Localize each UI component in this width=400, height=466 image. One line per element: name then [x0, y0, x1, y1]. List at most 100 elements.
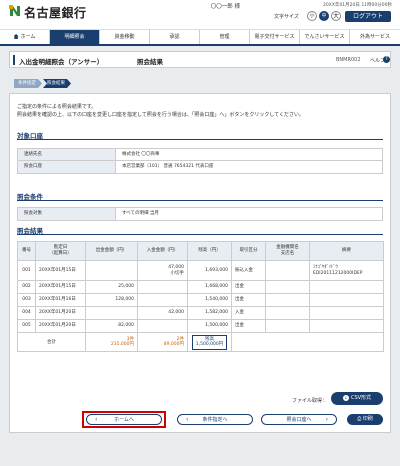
nav-item-home[interactable]: ホーム — [0, 30, 50, 44]
intro-line-1: ご指定の条件による照会結果です。 — [17, 104, 97, 110]
nav-item-statement[interactable]: 明細照会 — [50, 30, 100, 44]
cell-deposit: 42,000 — [137, 306, 188, 320]
cell-date: 20XX年01月15日 — [35, 280, 86, 294]
cell-withdrawal: 128,000 — [85, 293, 138, 307]
account-row: 照会口座 本店営業部（101） 普通 7654321 代表口座 — [18, 161, 382, 173]
step-condition: 条件指定 — [14, 79, 42, 88]
table-row: 004 20XX年01月20日 42,000 1,582,000 入金 — [17, 306, 384, 320]
intro-line-2: 照会結果を確認の上、以下の口座を変更し口座を指定して照会を行う場合は、「照会口座… — [17, 111, 305, 118]
cell-deposit — [137, 280, 188, 294]
condition-button[interactable]: ‹ 条件指定へ — [177, 414, 253, 425]
help-icon[interactable]: ? — [383, 56, 390, 63]
home-icon — [13, 34, 19, 39]
logout-button[interactable]: ログアウト — [345, 11, 391, 22]
nav-item-densai[interactable]: でんさいサービス — [300, 30, 350, 44]
cell-withdrawal — [85, 306, 138, 320]
chevron-right-icon: › — [325, 416, 328, 423]
cell-date: 20XX年01月15日 — [35, 260, 86, 281]
screen-code: BNMR002 — [336, 57, 361, 63]
page-title-bar: 入出金明細照会（アンサー） 照会結果 BNMR002 ヘルプ ? — [9, 51, 391, 68]
cell-type: 出金 — [231, 280, 266, 294]
step-breadcrumb: 条件指定 照会結果 — [14, 79, 72, 88]
cell-date: 20XX年01月16日 — [35, 293, 86, 307]
cell-memo — [309, 280, 384, 294]
condition-row: 照会対象 すべての明細 当月 — [18, 208, 382, 220]
cell-bank — [265, 319, 310, 333]
table-row: 003 20XX年01月16日 128,000 1,540,000 出金 — [17, 293, 384, 307]
nav-item-transfer[interactable]: 資金移動 — [100, 30, 150, 44]
cell-date: 20XX年01月20日 — [35, 306, 86, 320]
cell-memo — [309, 319, 384, 333]
global-nav: ホーム 明細照会 資金移動 承認 管理 電子交付サービス でんさいサービス 外為… — [0, 29, 400, 46]
page-title: 入出金明細照会（アンサー） — [19, 58, 104, 66]
bank-logo-icon — [9, 5, 21, 17]
condition-section-rule — [17, 200, 383, 201]
nav-item-e-delivery[interactable]: 電子交付サービス — [250, 30, 300, 44]
cell-balance: 1,582,000 — [187, 306, 232, 320]
col-header-withdrawal: 出金金額（円） — [85, 241, 138, 261]
col-header-date: 勘定日 （起算日） — [35, 241, 86, 261]
account-inquiry-button[interactable]: 照会口座へ › — [261, 414, 337, 425]
app-header: 名古屋銀行 〇〇一郎 様 20XX年01月20日 11時00分00秒 文字サイズ… — [0, 0, 400, 29]
results-table: 番号 勘定日 （起算日） 出金金額（円） 入金金額（円） 残高（円） 取引区分 金… — [17, 241, 384, 352]
cell-bank — [265, 306, 310, 320]
total-empty — [231, 332, 384, 352]
nav-item-forex[interactable]: 外為サービス — [350, 30, 400, 44]
account-row-key: 照会口座 — [18, 161, 116, 173]
chevron-left-icon: ‹ — [186, 416, 189, 423]
table-row: 002 20XX年01月15日 25,000 1,668,000 出金 — [17, 280, 384, 294]
file-download-label: ファイル取得： — [292, 398, 328, 404]
cell-balance: 1,500,000 — [187, 319, 232, 333]
cell-date: 20XX年01月20日 — [35, 319, 86, 333]
cell-number: 005 — [17, 319, 36, 333]
text-size-small-button[interactable]: 小 — [307, 11, 317, 21]
last-login-time: 20XX年01月20日 11時00分00秒 — [323, 3, 392, 8]
col-header-balance: 残高（円） — [187, 241, 232, 261]
csv-download-button[interactable]: ↓ CSV形式 — [331, 392, 383, 405]
total-label: 合計 — [17, 332, 86, 352]
condition-table: 照会対象 すべての明細 当月 — [17, 207, 383, 221]
cell-type: 振込入金 — [231, 260, 266, 281]
col-header-memo: 摘要 — [309, 241, 384, 261]
table-header-row: 番号 勘定日 （起算日） 出金金額（円） 入金金額（円） 残高（円） 取引区分 金… — [17, 241, 384, 261]
cell-deposit — [137, 319, 188, 333]
account-row-value: 本店営業部（101） 普通 7654321 代表口座 — [122, 164, 214, 169]
account-row-key: 連絡先名 — [18, 149, 116, 160]
nav-item-approval[interactable]: 承認 — [150, 30, 200, 44]
total-withdrawal: 3件 235,000円 — [85, 332, 138, 352]
home-button[interactable]: ‹ ホームへ — [86, 414, 162, 425]
cell-memo — [309, 306, 384, 320]
text-size-label: 文字サイズ — [274, 14, 299, 20]
download-icon: ↓ — [342, 395, 349, 401]
text-size-large-button[interactable]: 大 — [331, 11, 341, 21]
title-accent-bar — [13, 55, 15, 65]
col-header-deposit: 入金金額（円） — [137, 241, 188, 261]
nav-item-admin[interactable]: 管理 — [200, 30, 250, 44]
account-table: 連絡先名 株式会社 〇〇商事 照会口座 本店営業部（101） 普通 765432… — [17, 148, 383, 174]
condition-row-value: すべての明細 当月 — [122, 211, 159, 216]
cell-bank — [265, 260, 310, 281]
cell-deposit: 47,000 小切手 — [137, 260, 188, 281]
table-row: 001 20XX年01月15日 47,000 小切手 1,693,000 振込入金 ﾐﾅｺﾞ… — [17, 260, 384, 281]
cell-type: 出金 — [231, 293, 266, 307]
print-button[interactable]: ⎙ 印刷 — [347, 414, 383, 425]
table-row: 005 20XX年01月20日 82,000 1,500,000 出金 — [17, 319, 384, 333]
text-size-medium-button[interactable]: 中 — [319, 11, 329, 21]
cell-number: 002 — [17, 280, 36, 294]
cell-balance: 1,668,000 — [187, 280, 232, 294]
col-header-number: 番号 — [17, 241, 36, 261]
intro-text: ご指定の条件による照会結果です。 照会結果を確認の上、以下の口座を変更し口座を指… — [17, 104, 304, 119]
cell-memo — [309, 293, 384, 307]
main-content: ご指定の条件による照会結果です。 照会結果を確認の上、以下の口座を変更し口座を指… — [9, 93, 391, 433]
col-header-bank: 金融機関名 支店名 — [265, 241, 310, 261]
cell-balance: 1,693,000 — [187, 260, 232, 281]
bank-name: 名古屋銀行 — [24, 6, 87, 20]
cell-deposit — [137, 293, 188, 307]
total-balance: 残高 1,500,000円 — [187, 332, 232, 352]
cell-number: 003 — [17, 293, 36, 307]
cell-number: 001 — [17, 260, 36, 281]
chevron-left-icon: ‹ — [95, 416, 98, 423]
results-section-rule — [17, 234, 383, 235]
account-row: 連絡先名 株式会社 〇〇商事 — [18, 149, 382, 161]
account-section-rule — [17, 139, 383, 140]
